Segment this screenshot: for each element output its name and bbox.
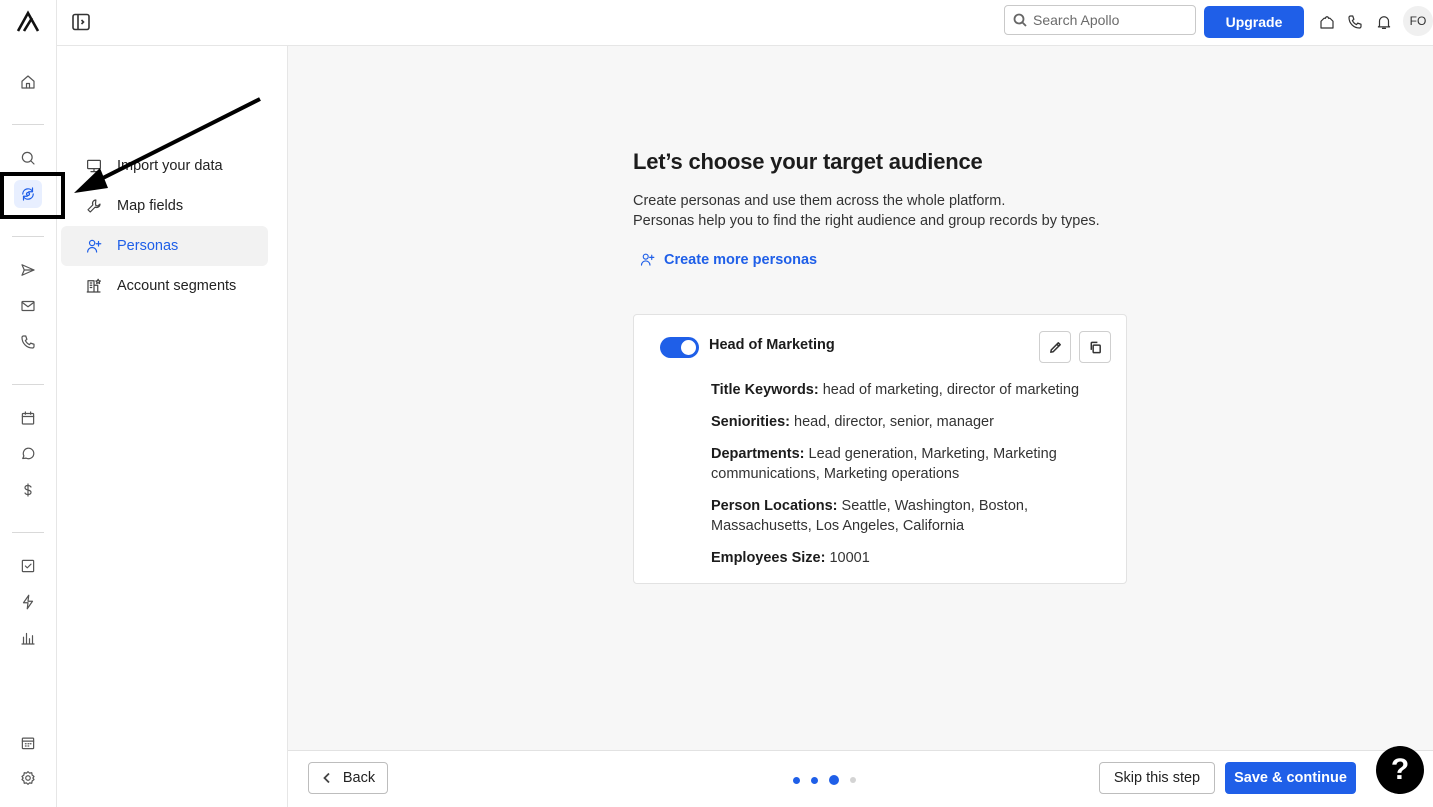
personas-section: Let’s choose your target audience Create… — [633, 149, 1127, 584]
mail-icon[interactable] — [14, 292, 42, 320]
pencil-icon — [1049, 341, 1061, 353]
subnav-item-map-fields[interactable]: Map fields — [61, 186, 268, 226]
page-description: Create personas and use them across the … — [633, 191, 1127, 231]
persona-card: Head of Marketing Title Keywords: head o… — [633, 314, 1127, 584]
persona-field-employees-size: Employees Size: 10001 — [711, 548, 1101, 568]
help-button[interactable]: ? — [1376, 746, 1424, 794]
persona-name: Head of Marketing — [709, 337, 835, 353]
rail-divider — [12, 384, 44, 385]
top-bar: Upgrade FO — [57, 0, 1433, 46]
field-label: Departments: — [711, 446, 805, 462]
phone-icon[interactable] — [1344, 11, 1366, 33]
apollo-logo[interactable] — [15, 10, 41, 34]
persona-field-title-keywords: Title Keywords: head of marketing, direc… — [711, 380, 1101, 400]
subnav-item-label: Personas — [117, 238, 179, 254]
step-dot — [793, 776, 800, 784]
persona-field-person-locations: Person Locations: Seattle, Washington, B… — [711, 496, 1101, 536]
settings-icon[interactable] — [14, 764, 42, 792]
subnav-item-personas[interactable]: Personas — [61, 226, 268, 266]
monitor-icon — [87, 159, 101, 173]
duplicate-persona-button[interactable] — [1079, 331, 1111, 363]
field-label: Seniorities: — [711, 414, 790, 430]
setup-steps-nav: Import your data Map fields Personas Acc… — [57, 46, 288, 807]
search-input[interactable] — [1033, 12, 1183, 28]
persona-field-seniorities: Seniorities: head, director, senior, man… — [711, 412, 1101, 432]
chat-icon[interactable] — [14, 440, 42, 468]
user-plus-icon — [87, 239, 102, 253]
page-title: Let’s choose your target audience — [633, 149, 983, 174]
lightning-icon[interactable] — [14, 588, 42, 616]
edit-persona-button[interactable] — [1039, 331, 1071, 363]
calendar-icon[interactable] — [14, 404, 42, 432]
subnav-item-label: Account segments — [117, 278, 237, 294]
upgrade-button[interactable]: Upgrade — [1204, 6, 1304, 38]
phone-icon[interactable] — [14, 328, 42, 356]
description-line: Personas help you to find the right audi… — [633, 213, 1100, 229]
field-label: Title Keywords: — [711, 382, 819, 398]
dollar-icon[interactable] — [14, 476, 42, 504]
create-personas-label: Create more personas — [664, 251, 818, 268]
app-rail — [0, 0, 57, 807]
avatar[interactable]: FO — [1403, 6, 1433, 36]
send-icon[interactable] — [14, 256, 42, 284]
puzzle-icon[interactable] — [1316, 11, 1338, 33]
tasks-icon[interactable] — [14, 552, 42, 580]
subnav-item-account-segments[interactable]: Account segments — [61, 266, 268, 306]
user-plus-icon — [640, 253, 655, 266]
calendar-grid-icon[interactable] — [14, 729, 42, 757]
description-line: Create personas and use them across the … — [633, 193, 1006, 209]
copy-icon — [1090, 341, 1101, 353]
search-icon — [1013, 13, 1027, 27]
subnav-item-label: Import your data — [117, 158, 223, 174]
wizard-footer: Back Skip this step Save & continue — [288, 750, 1433, 807]
create-personas-link[interactable]: Create more personas — [633, 251, 1127, 268]
bell-icon[interactable] — [1373, 11, 1395, 33]
analytics-icon[interactable] — [14, 624, 42, 652]
rail-divider — [12, 236, 44, 237]
main-content: Let’s choose your target audience Create… — [288, 46, 1433, 750]
save-continue-button[interactable]: Save & continue — [1225, 762, 1356, 794]
step-dot — [850, 777, 856, 783]
field-value: head of marketing, director of marketing — [822, 382, 1080, 398]
back-button[interactable]: Back — [308, 762, 388, 794]
home-icon[interactable] — [14, 68, 42, 96]
wrench-icon — [87, 199, 101, 213]
subnav-item-import-data[interactable]: Import your data — [61, 146, 268, 186]
persona-toggle[interactable] — [660, 337, 699, 358]
chevron-left-icon — [323, 772, 330, 784]
step-dot — [811, 776, 818, 784]
rail-divider — [12, 124, 44, 125]
search-icon[interactable] — [14, 144, 42, 172]
subnav-item-label: Map fields — [117, 198, 184, 214]
field-label: Person Locations: — [711, 498, 838, 514]
field-value: head, director, senior, manager — [794, 414, 994, 430]
step-progress — [793, 775, 856, 785]
field-value: 10001 — [829, 550, 870, 566]
field-label: Employees Size: — [711, 550, 826, 566]
skip-step-button[interactable]: Skip this step — [1099, 762, 1215, 794]
data-sync-icon[interactable] — [14, 180, 42, 208]
persona-field-departments: Departments: Lead generation, Marketing,… — [711, 444, 1101, 484]
building-star-icon — [86, 278, 101, 293]
rail-divider — [12, 532, 44, 533]
sidebar-toggle-icon[interactable] — [71, 12, 91, 32]
search-box[interactable] — [1004, 5, 1196, 35]
persona-details: Title Keywords: head of marketing, direc… — [711, 380, 1101, 580]
back-label: Back — [342, 770, 376, 786]
step-dot-current — [829, 775, 839, 785]
